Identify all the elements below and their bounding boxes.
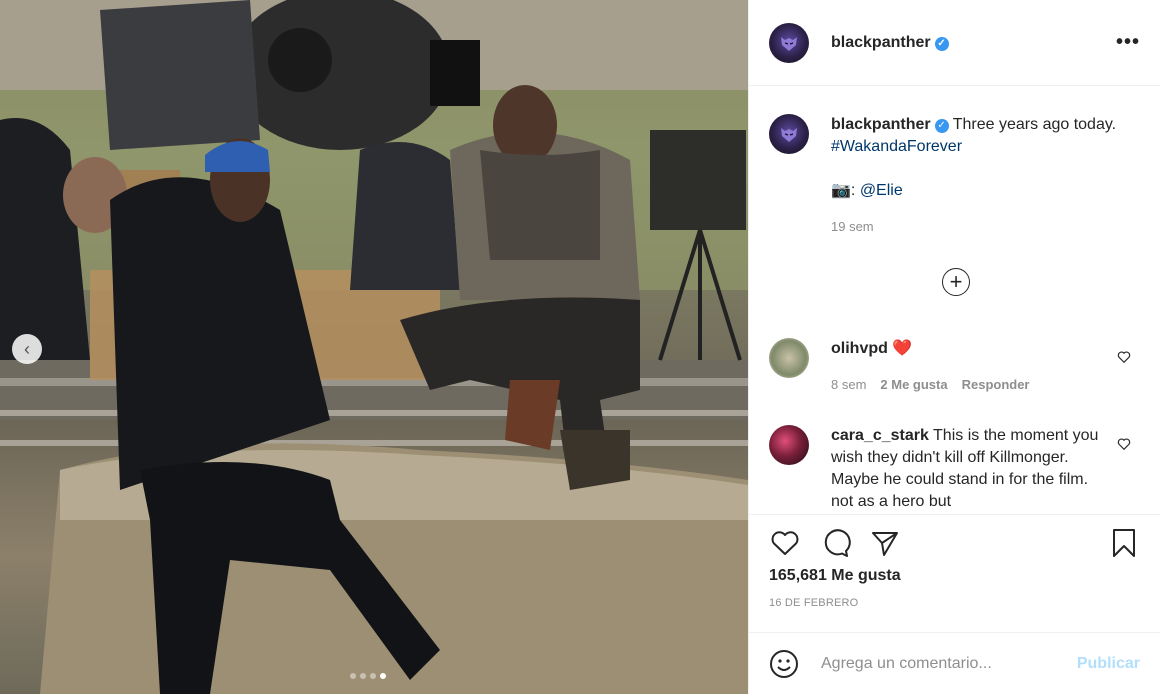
- publish-button[interactable]: Publicar: [1077, 655, 1140, 673]
- carousel-prev-button[interactable]: ‹: [12, 334, 42, 364]
- add-comment-bar: Publicar: [749, 632, 1160, 694]
- post-side-panel: blackpanther ✓ ••• blackpanther ✓ Three ye…: [748, 0, 1160, 694]
- comment-item: cara_c_stark This is the moment you wish…: [769, 425, 1141, 513]
- emoji-icon[interactable]: [769, 649, 799, 679]
- comment-likes-count[interactable]: 2 Me gusta: [880, 377, 947, 392]
- caption-credit-prefix: 📷:: [831, 182, 860, 199]
- comment-like-heart-icon[interactable]: [1117, 437, 1131, 451]
- comment-age[interactable]: 8 sem: [831, 377, 866, 392]
- comment-avatar[interactable]: [769, 425, 809, 465]
- post-actions: 165,681 Me gusta 16 DE FEBRERO: [749, 514, 1160, 632]
- likes-count[interactable]: 165,681 Me gusta: [749, 559, 1160, 585]
- caption-mention-link[interactable]: @Elie: [860, 182, 903, 199]
- red-heart-emoji: ❤️: [892, 340, 913, 357]
- carousel-dot-active: [380, 673, 386, 679]
- share-paper-plane-icon[interactable]: [869, 527, 901, 559]
- header-username[interactable]: blackpanther ✓: [831, 34, 949, 52]
- caption: blackpanther ✓ Three years ago today. #Wa…: [749, 86, 1160, 238]
- more-options-icon[interactable]: •••: [1116, 31, 1140, 54]
- avatar[interactable]: [769, 22, 809, 63]
- comment-meta: 8 sem 2 Me gusta Responder: [831, 374, 1101, 396]
- post-header: blackpanther ✓ •••: [749, 0, 1160, 86]
- post-photo: [0, 0, 748, 694]
- verified-badge-icon: ✓: [934, 119, 949, 133]
- comments-section[interactable]: blackpanther ✓ Three years ago today. #Wa…: [749, 86, 1160, 514]
- carousel-dot: [350, 673, 356, 679]
- comment-bubble-icon[interactable]: [819, 527, 851, 559]
- comment-like-heart-icon[interactable]: [1117, 350, 1131, 364]
- caption-avatar[interactable]: [769, 114, 809, 154]
- verified-badge-icon: ✓: [934, 36, 949, 51]
- bookmark-icon[interactable]: [1108, 527, 1140, 559]
- carousel-dot: [370, 673, 376, 679]
- comment-avatar[interactable]: [769, 338, 809, 378]
- post-media[interactable]: ‹: [0, 0, 748, 694]
- caption-text: Three years ago today.: [952, 116, 1117, 133]
- carousel-dot: [360, 673, 366, 679]
- header-username-text[interactable]: blackpanther: [831, 34, 931, 51]
- panther-logo-icon: [781, 36, 797, 51]
- caption-age[interactable]: 19 sem: [831, 216, 1131, 238]
- comment-username[interactable]: olihvpd: [831, 340, 888, 357]
- like-heart-icon[interactable]: [769, 527, 801, 559]
- carousel-indicator: [350, 673, 386, 679]
- panther-logo-icon: [781, 128, 797, 142]
- comment-username[interactable]: cara_c_stark: [831, 427, 929, 444]
- caption-hashtag-link[interactable]: #WakandaForever: [831, 138, 962, 155]
- caption-username[interactable]: blackpanther: [831, 116, 931, 133]
- post-date[interactable]: 16 DE FEBRERO: [749, 585, 1160, 609]
- comment-item: olihvpd ❤️ 8 sem 2 Me gusta Responder: [769, 338, 1141, 396]
- load-more-comments-button[interactable]: +: [942, 268, 970, 296]
- comment-input[interactable]: [819, 653, 1063, 674]
- reply-button[interactable]: Responder: [962, 377, 1030, 392]
